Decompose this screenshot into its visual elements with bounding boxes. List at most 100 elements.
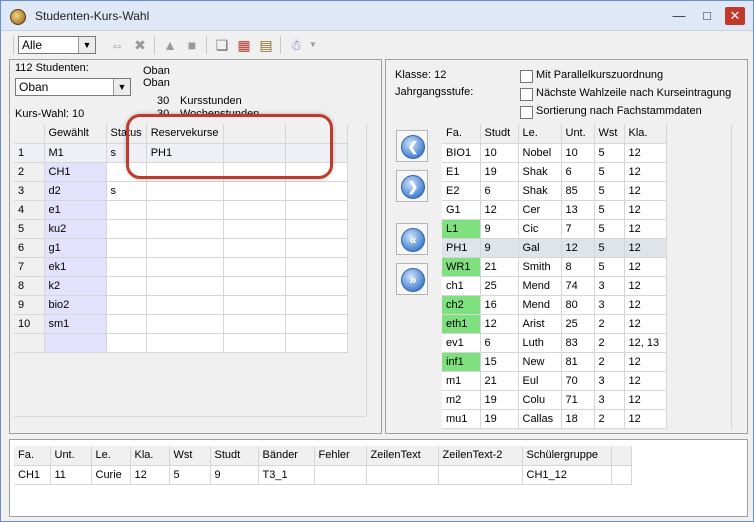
table-cell[interactable] — [285, 219, 348, 239]
table-row[interactable]: CH1 11 Curie 12 5 9 T3_1 CH1_12 — [14, 465, 632, 485]
table-row[interactable]: PH1 9 Gal 12 5 12 — [442, 238, 667, 258]
parallel-checkbox[interactable] — [520, 70, 533, 83]
table-cell[interactable]: 85 — [561, 181, 595, 201]
table-cell[interactable]: Smith — [518, 257, 562, 277]
table-cell[interactable]: Mend — [518, 276, 562, 296]
table-cell[interactable]: M1 — [44, 143, 107, 163]
table-cell[interactable]: 12 — [624, 257, 667, 277]
table-cell[interactable] — [314, 465, 367, 485]
table-cell[interactable]: 12 — [624, 181, 667, 201]
column-header[interactable]: ZeilenText — [366, 446, 439, 466]
table-cell[interactable]: 6 — [480, 333, 519, 353]
table-cell[interactable] — [285, 200, 348, 220]
table-cell[interactable]: 12 — [624, 276, 667, 296]
dropdown-arrow-icon[interactable]: ▼ — [303, 35, 323, 55]
table-cell[interactable] — [106, 200, 147, 220]
table-row[interactable]: E1 19 Shak 6 5 12 — [442, 162, 667, 182]
table-cell[interactable]: 12 — [624, 352, 667, 372]
right-vertical-scrollbar[interactable] — [731, 124, 745, 430]
table-cell[interactable] — [285, 276, 348, 296]
table-cell[interactable]: WR1 — [442, 257, 481, 277]
table-cell[interactable]: 10 — [561, 143, 595, 163]
close-button[interactable]: ✕ — [725, 7, 745, 25]
row-number[interactable] — [14, 333, 45, 353]
column-header[interactable]: Schülergruppe — [522, 446, 612, 466]
table-cell[interactable] — [106, 295, 147, 315]
table-row[interactable]: ev1 6 Luth 83 2 12, 13 — [442, 333, 667, 353]
table-cell[interactable]: 81 — [561, 352, 595, 372]
filter-combo[interactable]: Alle ▼ — [18, 36, 96, 54]
table-cell[interactable]: 5 — [594, 219, 625, 239]
table-cell[interactable] — [146, 276, 224, 296]
table-cell[interactable]: 70 — [561, 371, 595, 391]
row-number[interactable]: 10 — [14, 314, 45, 334]
table-cell[interactable]: k2 — [44, 276, 107, 296]
table-cell[interactable]: 9 — [480, 238, 519, 258]
table-cell[interactable]: 2 — [594, 409, 625, 429]
table-cell[interactable]: 5 — [594, 238, 625, 258]
table-row[interactable]: 8 k2 — [14, 276, 348, 296]
table-cell[interactable]: Eul — [518, 371, 562, 391]
table-cell[interactable]: inf1 — [442, 352, 481, 372]
table-cell[interactable]: 19 — [480, 390, 519, 410]
table-cell[interactable] — [146, 200, 224, 220]
table-row[interactable]: m1 21 Eul 70 3 12 — [442, 371, 667, 391]
table-cell[interactable]: m1 — [442, 371, 481, 391]
table-cell[interactable]: 3 — [594, 390, 625, 410]
table-cell[interactable]: 12 — [130, 465, 170, 485]
column-header[interactable]: Le. — [518, 124, 562, 144]
column-header[interactable]: Unt. — [561, 124, 595, 144]
table-cell[interactable] — [146, 181, 224, 201]
table-cell[interactable]: 5 — [169, 465, 211, 485]
table-cell[interactable]: Arist — [518, 314, 562, 334]
table-cell[interactable]: s — [106, 181, 147, 201]
table-row[interactable]: BIO1 10 Nobel 10 5 12 — [442, 143, 667, 163]
table-cell[interactable] — [106, 219, 147, 239]
table-cell[interactable]: 2 — [594, 352, 625, 372]
table-row[interactable]: m2 19 Colu 71 3 12 — [442, 390, 667, 410]
table-cell[interactable]: 12 — [624, 409, 667, 429]
table-cell[interactable] — [223, 333, 286, 353]
table-cell[interactable]: ek1 — [44, 257, 107, 277]
table-cell[interactable] — [146, 333, 224, 353]
table-cell[interactable]: ch2 — [442, 295, 481, 315]
column-header[interactable] — [611, 446, 632, 466]
available-courses-grid[interactable]: Fa. Studt Le. Unt. Wst Kla. BIO1 10 Nobel 10 5 12 E… — [442, 124, 667, 429]
table-row[interactable]: inf1 15 New 81 2 12 — [442, 352, 667, 372]
column-header[interactable]: Bänder — [258, 446, 315, 466]
table-cell[interactable]: 2 — [594, 333, 625, 353]
table-cell[interactable]: 11 — [50, 465, 92, 485]
table-cell[interactable]: 21 — [480, 371, 519, 391]
table-cell[interactable]: ch1 — [442, 276, 481, 296]
row-number[interactable]: 8 — [14, 276, 45, 296]
table-cell[interactable]: 16 — [480, 295, 519, 315]
table-cell[interactable]: 6 — [480, 181, 519, 201]
table-cell[interactable]: CH1_12 — [522, 465, 612, 485]
table-cell[interactable]: d2 — [44, 181, 107, 201]
table-cell[interactable]: 12 — [624, 238, 667, 258]
table-cell[interactable] — [223, 257, 286, 277]
table-cell[interactable] — [285, 314, 348, 334]
move-left-button[interactable]: ❮ — [396, 130, 428, 162]
table-cell[interactable]: ev1 — [442, 333, 481, 353]
table-cell[interactable]: 5 — [594, 257, 625, 277]
table-cell[interactable]: CH1 — [44, 162, 107, 182]
table-cell[interactable]: Shak — [518, 181, 562, 201]
row-number[interactable]: 3 — [14, 181, 45, 201]
table-cell[interactable] — [285, 295, 348, 315]
table-cell[interactable] — [146, 257, 224, 277]
table-cell[interactable]: 12 — [480, 200, 519, 220]
table-cell[interactable]: 12 — [480, 314, 519, 334]
table-cell[interactable]: 80 — [561, 295, 595, 315]
table-cell[interactable]: Mend — [518, 295, 562, 315]
table-row[interactable]: mu1 19 Callas 18 2 12 — [442, 409, 667, 429]
table-cell[interactable]: PH1 — [442, 238, 481, 258]
table-row[interactable]: 5 ku2 — [14, 219, 348, 239]
table-row[interactable]: 7 ek1 — [14, 257, 348, 277]
move-all-left-button[interactable]: « — [396, 223, 428, 255]
table-cell[interactable] — [285, 257, 348, 277]
table-cell[interactable] — [146, 314, 224, 334]
table-cell[interactable]: g1 — [44, 238, 107, 258]
column-header[interactable]: Kla. — [130, 446, 170, 466]
table-cell[interactable]: Curie — [91, 465, 131, 485]
